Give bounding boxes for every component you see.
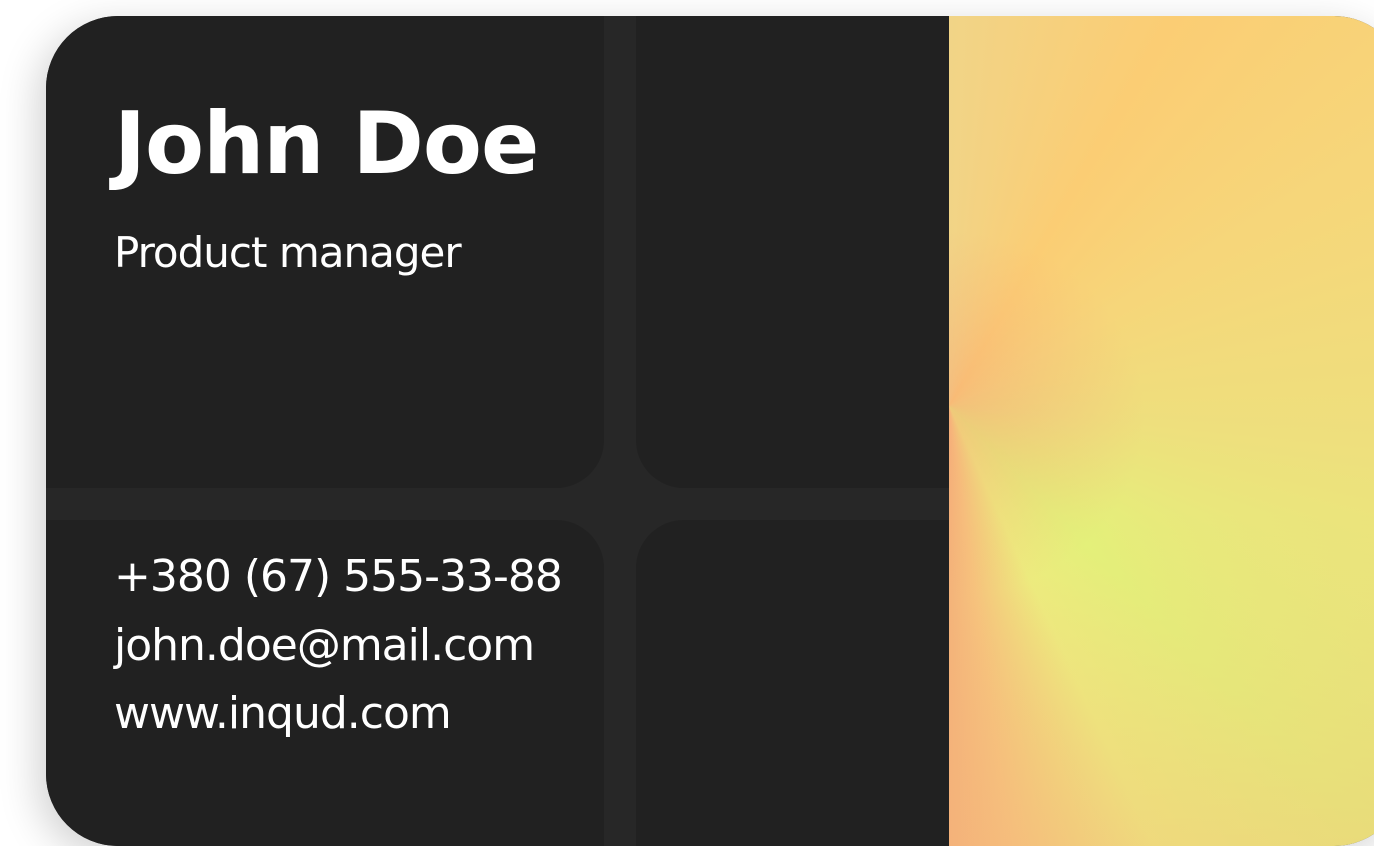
job-title: Product manager <box>114 228 462 277</box>
holographic-gradient-panel <box>949 16 1374 846</box>
person-name: John Doe <box>114 94 539 194</box>
website-url: www.inqud.com <box>114 688 452 739</box>
email-address: john.doe@mail.com <box>114 620 535 671</box>
panel-bottom-right <box>636 520 966 846</box>
business-card: John Doe Product manager +380 (67) 555-3… <box>46 16 1374 846</box>
phone-number: +380 (67) 555-33-88 <box>114 551 563 602</box>
panel-top-right <box>636 16 966 488</box>
